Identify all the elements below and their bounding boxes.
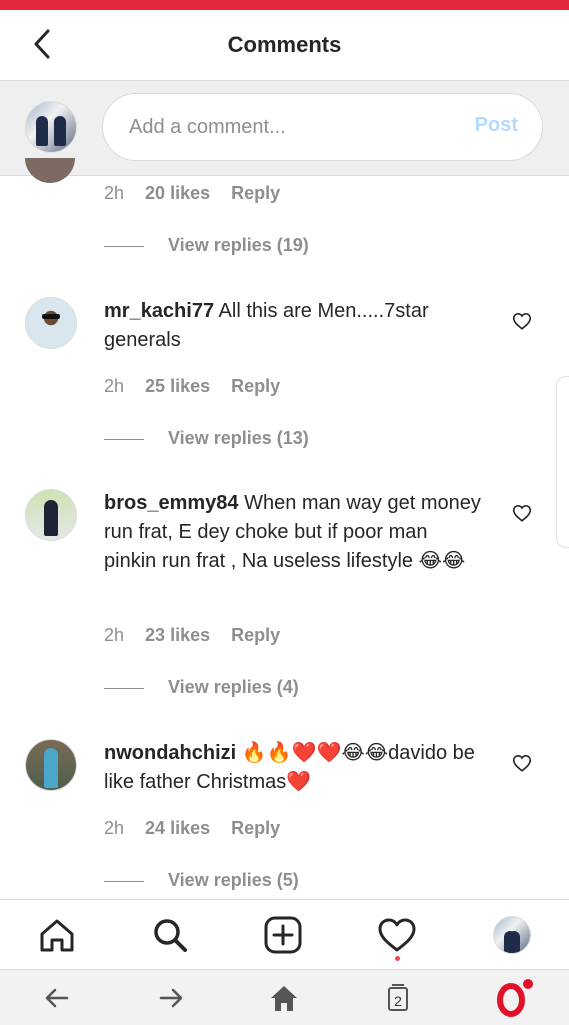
divider-line bbox=[104, 245, 144, 247]
commenter-avatar[interactable] bbox=[25, 297, 77, 349]
comment-meta: 2h 24 likes Reply bbox=[104, 818, 296, 839]
view-replies-label: View replies (4) bbox=[168, 677, 299, 697]
comment-username[interactable]: mr_kachi77 bbox=[104, 300, 214, 322]
view-replies-label: View replies (5) bbox=[168, 870, 299, 890]
comment-body: mr_kachi77 All this are Men.....7star ge… bbox=[104, 297, 484, 355]
notification-dot bbox=[395, 956, 400, 961]
opera-menu-button[interactable] bbox=[495, 978, 535, 1018]
comment-time: 2h bbox=[104, 625, 125, 645]
comments-header: Comments bbox=[0, 10, 569, 81]
new-post-icon[interactable] bbox=[262, 914, 304, 956]
tab-count: 2 bbox=[394, 993, 402, 1009]
comment-time: 2h bbox=[104, 183, 125, 203]
likes-count[interactable]: 25 likes bbox=[145, 376, 210, 396]
comment-time: 2h bbox=[104, 376, 125, 396]
comment-body: bros_emmy84 When man way get money run f… bbox=[104, 489, 484, 576]
comment-meta: 2h 23 likes Reply bbox=[104, 625, 296, 646]
post-button[interactable]: Post bbox=[475, 114, 518, 137]
reply-button[interactable]: Reply bbox=[231, 376, 280, 396]
browser-home-icon[interactable] bbox=[268, 982, 300, 1014]
like-heart-icon[interactable] bbox=[511, 310, 533, 332]
comment-username[interactable]: bros_emmy84 bbox=[104, 492, 239, 514]
comment-body: nwondahchizi 🔥🔥❤️❤️😂😂davido be like fath… bbox=[104, 739, 484, 797]
browser-status-strip bbox=[0, 0, 569, 10]
reply-button[interactable]: Reply bbox=[231, 183, 280, 203]
view-replies-button[interactable]: View replies (19) bbox=[104, 235, 309, 256]
comment-username[interactable]: nwondahchizi bbox=[104, 742, 236, 764]
browser-toolbar: 2 bbox=[0, 969, 569, 1025]
browser-forward-icon[interactable] bbox=[155, 982, 187, 1014]
bottom-navigation bbox=[0, 899, 569, 970]
view-replies-button[interactable]: View replies (4) bbox=[104, 677, 299, 698]
reply-button[interactable]: Reply bbox=[231, 818, 280, 838]
view-replies-button[interactable]: View replies (5) bbox=[104, 870, 299, 891]
view-replies-button[interactable]: View replies (13) bbox=[104, 428, 309, 449]
comment-meta: 2h 25 likes Reply bbox=[104, 376, 296, 397]
opera-logo-icon bbox=[497, 979, 533, 1017]
divider-line bbox=[104, 687, 144, 689]
browser-back-icon[interactable] bbox=[41, 982, 73, 1014]
commenter-avatar[interactable] bbox=[25, 739, 77, 791]
comment-time: 2h bbox=[104, 818, 125, 838]
comment-input[interactable] bbox=[127, 108, 451, 146]
reply-button[interactable]: Reply bbox=[231, 625, 280, 645]
likes-count[interactable]: 20 likes bbox=[145, 183, 210, 203]
like-heart-icon[interactable] bbox=[511, 502, 533, 524]
view-replies-label: View replies (19) bbox=[168, 235, 309, 255]
likes-count[interactable]: 23 likes bbox=[145, 625, 210, 645]
divider-line bbox=[104, 438, 144, 440]
comment-composer: Post bbox=[0, 81, 569, 176]
divider-line bbox=[104, 880, 144, 882]
previous-commenter-avatar[interactable] bbox=[25, 158, 75, 183]
page-title: Comments bbox=[227, 32, 342, 57]
prev-comment-meta: 2h 20 likes Reply bbox=[104, 183, 296, 204]
profile-avatar[interactable] bbox=[493, 916, 531, 954]
my-avatar bbox=[25, 101, 77, 153]
search-icon[interactable] bbox=[149, 914, 191, 956]
side-scroll-handle[interactable] bbox=[556, 376, 569, 548]
like-heart-icon[interactable] bbox=[511, 752, 533, 774]
likes-count[interactable]: 24 likes bbox=[145, 818, 210, 838]
comment-input-container: Post bbox=[102, 93, 543, 161]
activity-heart-icon[interactable] bbox=[376, 914, 418, 956]
home-icon[interactable] bbox=[36, 914, 78, 956]
tabs-button[interactable]: 2 bbox=[382, 982, 414, 1014]
view-replies-label: View replies (13) bbox=[168, 428, 309, 448]
commenter-avatar[interactable] bbox=[25, 489, 77, 541]
